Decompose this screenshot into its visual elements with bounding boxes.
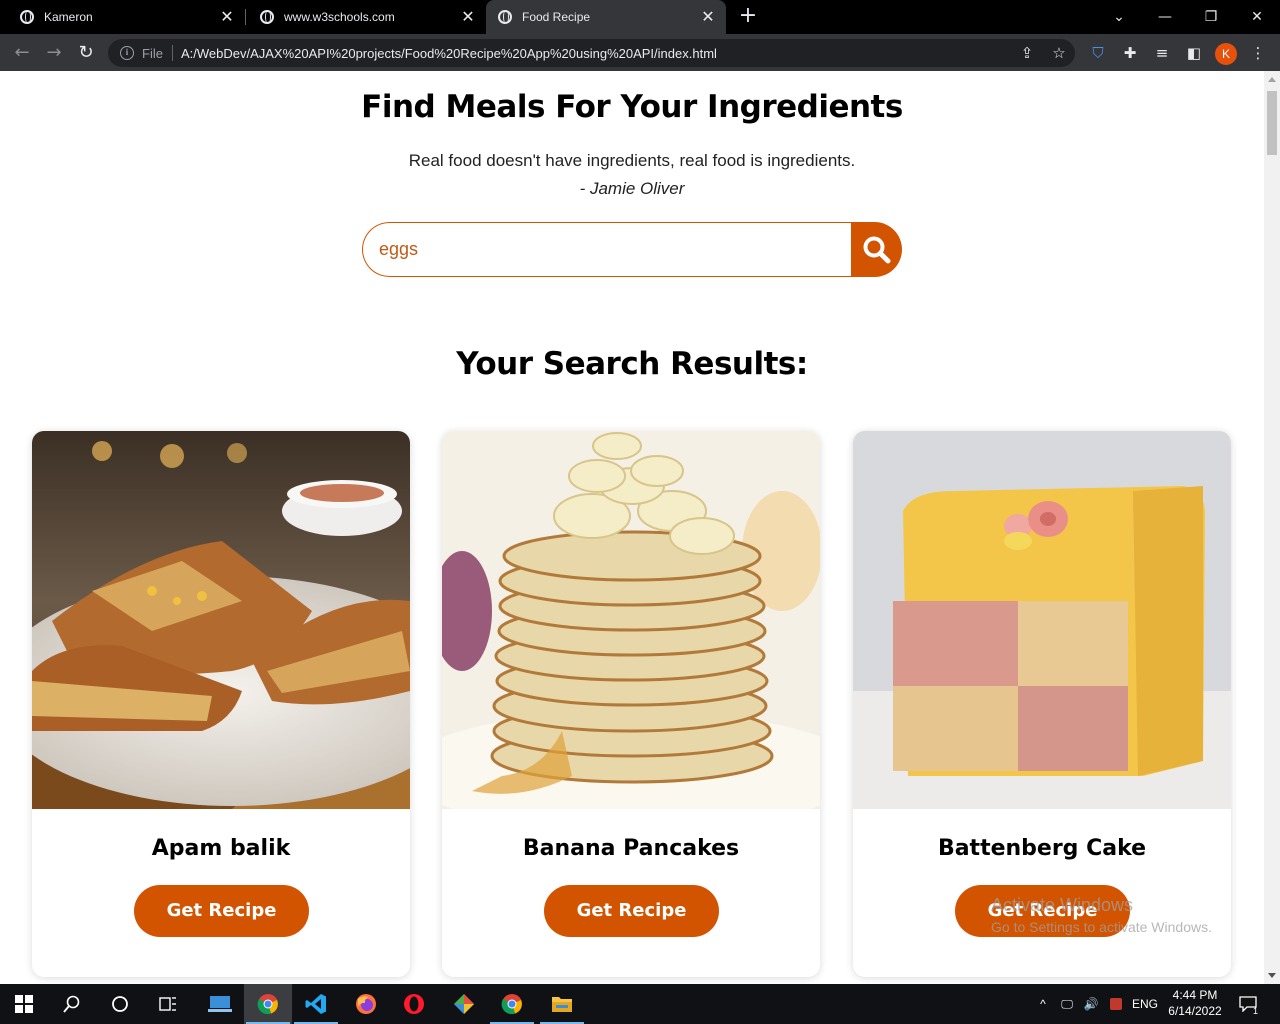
- notification-icon[interactable]: 1: [1234, 984, 1262, 1024]
- side-panel-icon[interactable]: ◧: [1182, 41, 1206, 65]
- ingredient-search-input[interactable]: [362, 222, 851, 277]
- extensions-icon[interactable]: ✚: [1118, 41, 1142, 65]
- start-icon[interactable]: [0, 984, 48, 1024]
- language-indicator[interactable]: ENG: [1130, 984, 1160, 1024]
- quote-author: - Jamie Oliver: [579, 179, 685, 198]
- meal-card: Apam balik Get Recipe: [32, 431, 410, 977]
- activate-windows-title: Activate Windows: [991, 895, 1134, 915]
- forward-icon[interactable]: →: [42, 41, 66, 65]
- tab-search-icon[interactable]: ⌄: [1096, 0, 1142, 34]
- search-icon: [863, 236, 891, 264]
- address-bar[interactable]: i File A:/WebDev/AJAX%20API%20projects/F…: [108, 39, 1075, 67]
- minimize-button[interactable]: —: [1142, 0, 1188, 34]
- scroll-thumb[interactable]: [1267, 91, 1277, 155]
- tab-title: Food Recipe: [522, 10, 591, 24]
- close-window-button[interactable]: ✕: [1234, 0, 1280, 34]
- meal-card: Banana Pancakes Get Recipe: [442, 431, 820, 977]
- chrome-icon[interactable]: [488, 984, 536, 1024]
- close-tab-icon[interactable]: ✕: [456, 7, 480, 27]
- tab-title: Kameron: [44, 10, 93, 24]
- scheme-label: File: [142, 45, 163, 61]
- tab-kameron[interactable]: Kameron ✕: [0, 0, 245, 34]
- address-divider: [171, 45, 173, 61]
- close-tab-icon[interactable]: ✕: [696, 7, 720, 27]
- chevron-up-icon[interactable]: ^: [1034, 984, 1052, 1024]
- clock-date: 6/14/2022: [1168, 1004, 1222, 1018]
- browser-tab-strip: Kameron ✕ www.w3schools.com ✕ Food Recip…: [0, 0, 1280, 34]
- page-scrollbar[interactable]: [1264, 71, 1280, 984]
- page-heading: Find Meals For Your Ingredients: [361, 89, 903, 125]
- cortana-icon[interactable]: [96, 984, 144, 1024]
- vscode-icon[interactable]: [292, 984, 340, 1024]
- meal-name: Banana Pancakes: [522, 836, 740, 861]
- meal-image-battenberg-cake[interactable]: [853, 431, 1231, 809]
- meal-image-apam-balik[interactable]: [32, 431, 410, 809]
- results-heading: Your Search Results:: [456, 346, 808, 382]
- media-control-icon[interactable]: ≡: [1150, 41, 1174, 65]
- close-tab-icon[interactable]: ✕: [215, 7, 239, 27]
- browser-toolbar: ← → ↻ i File A:/WebDev/AJAX%20API%20proj…: [0, 34, 1280, 71]
- git-icon[interactable]: [440, 984, 488, 1024]
- scroll-down-arrow[interactable]: [1268, 973, 1276, 978]
- meal-image-banana-pancakes[interactable]: [442, 431, 820, 809]
- clock-time: 4:44 PM: [1172, 988, 1218, 1002]
- meal-name: Apam balik: [151, 836, 291, 861]
- globe-icon: [498, 10, 512, 24]
- globe-icon: [260, 10, 274, 24]
- share-icon[interactable]: ⇪: [1011, 44, 1043, 62]
- task-view-icon[interactable]: [144, 984, 192, 1024]
- globe-icon: [20, 10, 34, 24]
- activate-windows-subtitle: Go to Settings to activate Windows.: [991, 919, 1212, 935]
- file-explorer-icon[interactable]: [538, 984, 586, 1024]
- back-icon[interactable]: ←: [10, 41, 34, 65]
- network-icon[interactable]: 🖵: [1056, 984, 1078, 1024]
- firefox-icon[interactable]: [342, 984, 390, 1024]
- scroll-up-arrow[interactable]: [1268, 77, 1276, 82]
- notification-count: 1: [1252, 1006, 1258, 1016]
- info-icon[interactable]: i: [120, 46, 134, 60]
- security-tray-icon[interactable]: [1104, 984, 1128, 1024]
- search-button[interactable]: [851, 222, 902, 277]
- meal-name: Battenberg Cake: [937, 836, 1147, 861]
- restore-button[interactable]: ❐: [1188, 0, 1234, 34]
- new-tab-button[interactable]: +: [736, 4, 760, 28]
- tab-title: www.w3schools.com: [284, 10, 395, 24]
- taskbar-clock[interactable]: 4:44 PM 6/14/2022: [1160, 987, 1230, 1019]
- opera-icon[interactable]: [390, 984, 438, 1024]
- reload-icon[interactable]: ↻: [74, 41, 98, 65]
- search-icon[interactable]: [48, 984, 96, 1024]
- windows-taskbar: ^ 🖵 🔊 ENG 4:44 PM 6/14/2022 1: [0, 984, 1280, 1024]
- quote-text: Real food doesn't have ingredients, real…: [408, 151, 856, 170]
- address-url[interactable]: A:/WebDev/AJAX%20API%20projects/Food%20R…: [181, 46, 1011, 61]
- shield-extension-icon[interactable]: ⛉: [1086, 41, 1110, 65]
- chrome-icon[interactable]: [244, 984, 292, 1024]
- menu-kebab-icon[interactable]: ⋮: [1246, 41, 1270, 65]
- bookmark-star-icon[interactable]: ☆: [1043, 44, 1075, 62]
- tab-w3schools[interactable]: www.w3schools.com ✕: [240, 0, 486, 34]
- tab-food-recipe[interactable]: Food Recipe ✕: [486, 0, 726, 34]
- vm-icon[interactable]: [196, 984, 244, 1024]
- page-viewport: Find Meals For Your Ingredients Real foo…: [0, 71, 1264, 984]
- get-recipe-button[interactable]: Get Recipe: [544, 885, 719, 937]
- get-recipe-button[interactable]: Get Recipe: [134, 885, 309, 937]
- search-bar: [362, 222, 902, 277]
- volume-icon[interactable]: 🔊: [1080, 984, 1102, 1024]
- profile-avatar[interactable]: K: [1215, 43, 1237, 65]
